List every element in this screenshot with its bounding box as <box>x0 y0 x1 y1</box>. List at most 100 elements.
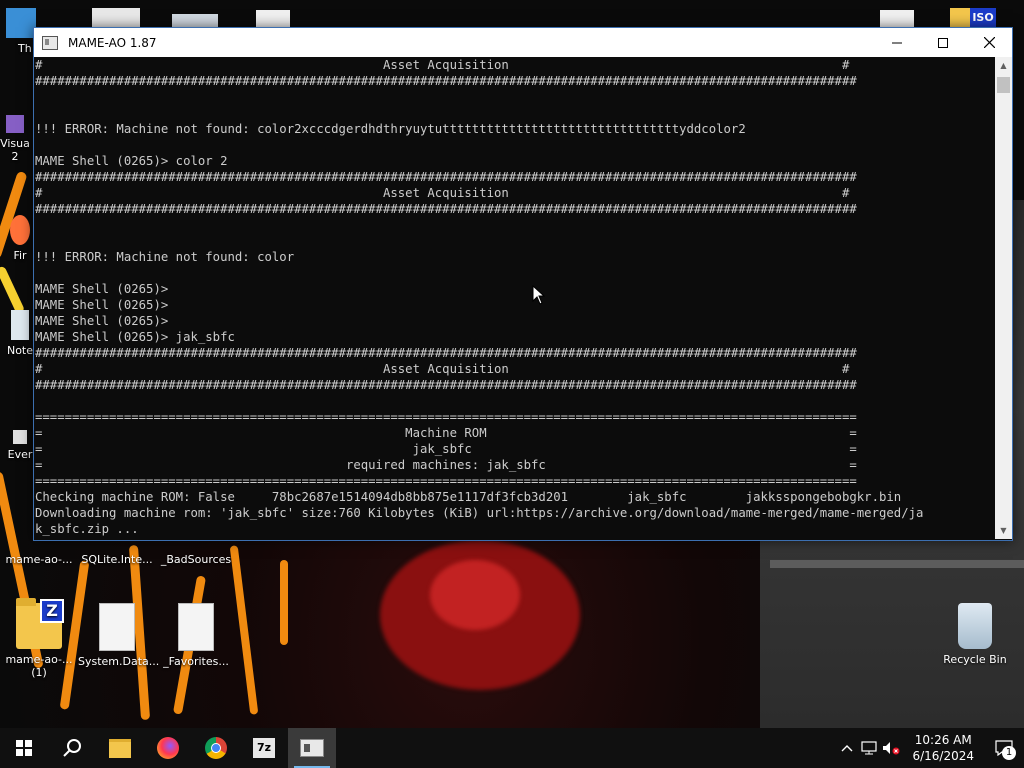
close-icon <box>983 37 995 48</box>
desktop-icon-label: 2 <box>11 150 19 163</box>
taskbar-file-explorer[interactable] <box>96 728 144 768</box>
desktop-icon[interactable]: Recycle Bin <box>936 603 1014 666</box>
taskbar-chrome[interactable] <box>192 728 240 768</box>
taskbar-firefox[interactable] <box>144 728 192 768</box>
wallpaper-orange-streak <box>280 560 288 645</box>
desktop-icon[interactable]: ISO <box>950 8 996 28</box>
console-line: !!! ERROR: Machine not found: color2xccc… <box>35 122 746 136</box>
blue-folder-icon <box>6 8 36 38</box>
desktop-icon[interactable]: SQLite.Inte... <box>78 541 156 566</box>
taskbar-mame-ao[interactable] <box>288 728 336 768</box>
volume-muted-icon <box>883 742 900 755</box>
console-line: # Asset Acquisition # <box>35 186 850 200</box>
iso-badge-icon: ISO <box>970 8 996 28</box>
search-icon <box>63 739 81 757</box>
console-line: = jak_sbfc = <box>35 442 857 456</box>
desktop-icon[interactable] <box>172 14 218 28</box>
scrollbar-thumb[interactable] <box>997 77 1010 93</box>
desktop-icon-label: _BadSources <box>160 553 232 566</box>
console-line: ########################################… <box>35 170 857 184</box>
recycle-bin-icon <box>958 603 992 649</box>
wallpaper-red-shape <box>430 560 520 630</box>
close-button[interactable] <box>966 28 1012 57</box>
action-center-button[interactable]: 1 <box>984 728 1024 768</box>
mame-ao-window[interactable]: MAME-AO 1.87 # Asset Acquisition # #####… <box>33 27 1013 541</box>
taskbar-7zip[interactable]: 7z <box>240 728 288 768</box>
network-button[interactable] <box>858 728 880 768</box>
desktop-icon[interactable]: _BadSources <box>157 541 235 566</box>
console-line: ########################################… <box>35 202 857 216</box>
vertical-scrollbar[interactable]: ▲ ▼ <box>995 57 1012 539</box>
scroll-down-button[interactable]: ▼ <box>995 522 1012 539</box>
desktop-icon[interactable] <box>92 8 140 28</box>
console-line: # Asset Acquisition # <box>35 58 850 72</box>
desktop-icon[interactable]: _Favorites... <box>157 603 235 668</box>
window-titlebar[interactable]: MAME-AO 1.87 <box>34 28 1012 57</box>
wallpaper-yellow-streak <box>0 265 26 315</box>
desktop-icon[interactable] <box>880 10 914 28</box>
window-title: MAME-AO 1.87 <box>68 35 157 50</box>
minimize-button[interactable] <box>874 28 920 57</box>
start-button[interactable] <box>0 728 48 768</box>
maximize-button[interactable] <box>920 28 966 57</box>
console-line: MAME Shell (0265)> color 2 <box>35 154 228 168</box>
console-line: MAME Shell (0265)> <box>35 314 169 328</box>
search-button[interactable] <box>48 728 96 768</box>
network-icon <box>861 741 878 755</box>
console-line: = Machine ROM = <box>35 426 857 440</box>
desktop-icon-label: System.Data... <box>78 655 160 668</box>
wallpaper-stripe <box>770 560 1024 568</box>
console-line: MAME Shell (0265)> <box>35 298 169 312</box>
desktop-icon-label: _Favorites... <box>163 655 229 668</box>
console-line: = required machines: jak_sbfc = <box>35 458 857 472</box>
taskbar-clock[interactable]: 10:26 AM 6/16/2024 <box>902 732 984 764</box>
console-line: ########################################… <box>35 74 857 88</box>
desktop-icon[interactable]: Z mame-ao-... (1) <box>0 598 78 679</box>
chrome-icon <box>205 737 227 759</box>
console-text: # Asset Acquisition # ###################… <box>34 57 994 537</box>
console-line: Downloading machine rom: 'jak_sbfc' size… <box>35 506 924 520</box>
clock-date: 6/16/2024 <box>912 749 974 763</box>
start-icon <box>16 740 32 756</box>
desktop-icon-label: mame-ao-... <box>5 553 73 566</box>
desktop-icon[interactable]: mame-ao-... <box>0 541 78 566</box>
desktop-icon-label: mame-ao-... (1) <box>5 653 73 679</box>
settings-file-icon <box>99 603 135 651</box>
desktop-icon[interactable]: Visua 2 <box>0 115 34 163</box>
console-line: ========================================… <box>35 410 857 424</box>
minimize-icon <box>892 42 902 43</box>
file-explorer-icon <box>109 738 131 758</box>
zip-folder-icon: Z <box>16 598 64 649</box>
firefox-icon <box>157 737 179 759</box>
desktop-icon[interactable] <box>256 10 290 28</box>
desktop-icon-label: Recycle Bin <box>943 653 1007 666</box>
zip-badge: Z <box>40 599 64 623</box>
desktop-icon-label: SQLite.Inte... <box>81 553 153 566</box>
7zip-icon: 7z <box>253 738 275 758</box>
console-line: ########################################… <box>35 378 857 392</box>
desktop-icon[interactable]: System.Data... <box>78 603 160 668</box>
desktop-icon-label: Visua <box>0 137 30 150</box>
console-output[interactable]: # Asset Acquisition # ###################… <box>34 57 994 539</box>
taskbar: 7z 10:26 AM 6/16/2024 1 <box>0 728 1024 768</box>
scroll-up-button[interactable]: ▲ <box>995 57 1012 74</box>
console-app-icon <box>300 739 324 757</box>
volume-button[interactable] <box>880 728 902 768</box>
document-icon <box>178 603 214 651</box>
visual-studio-icon <box>6 115 24 133</box>
chevron-up-icon <box>841 745 853 752</box>
clock-time: 10:26 AM <box>914 733 972 747</box>
system-tray: 10:26 AM 6/16/2024 1 <box>836 728 1024 768</box>
console-line: ========================================… <box>35 474 857 488</box>
show-hidden-icons-button[interactable] <box>836 728 858 768</box>
console-line: Checking machine ROM: False 78bc2687e151… <box>35 490 902 504</box>
notepad-icon <box>11 310 29 340</box>
console-line: ########################################… <box>35 346 857 360</box>
